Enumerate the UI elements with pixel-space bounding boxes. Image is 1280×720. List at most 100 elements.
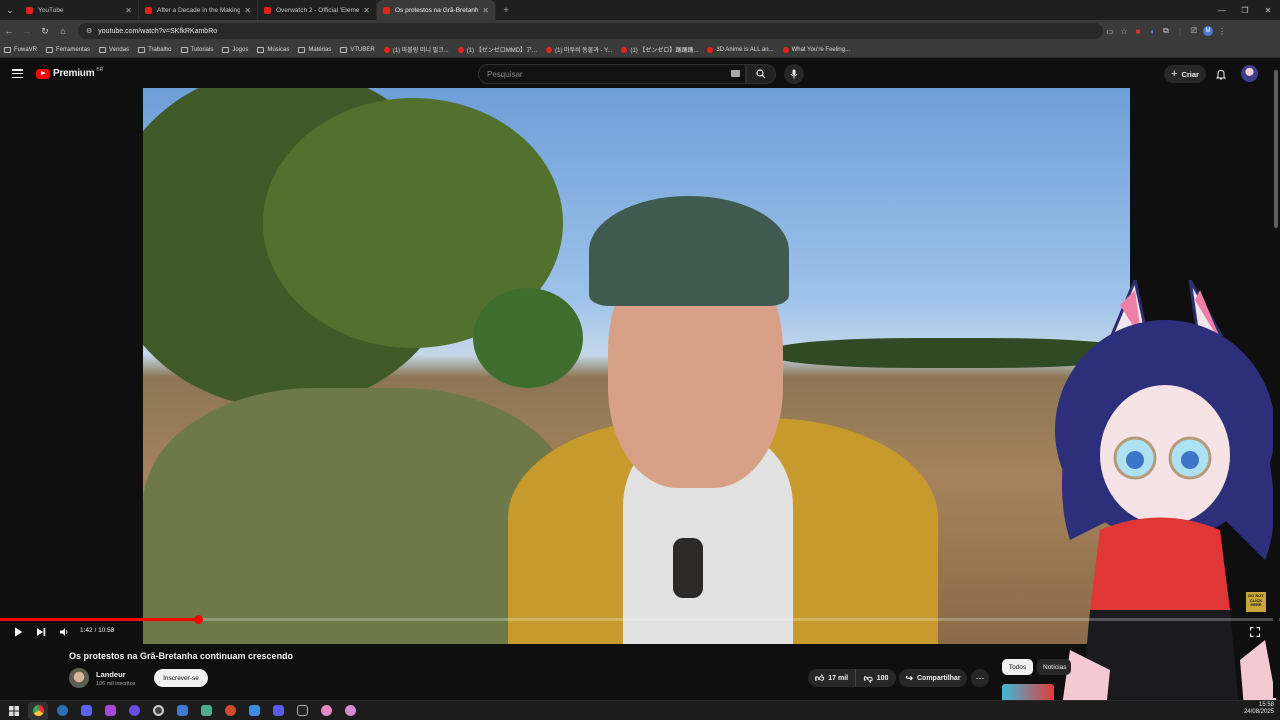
vtuber-avatar-overlay [1055,280,1280,720]
taskbar-chrome[interactable] [28,701,48,720]
taskbar-app[interactable] [196,702,216,720]
browser-tab-3[interactable]: Overwatch 2 - Official 'Element... ✕ [258,0,377,20]
notifications-button[interactable] [1214,67,1228,81]
bookmark-link[interactable]: (1) 마블링 미니 필크... [383,45,449,54]
minimize-icon[interactable]: — [1210,0,1234,20]
bookmark-folder[interactable]: Músicas [257,46,289,53]
youtube-favicon-icon [707,46,714,53]
bookmark-folder[interactable]: Matérias [298,46,331,53]
bookmark-link[interactable]: 3D Anime is ALL an... [707,46,774,53]
tab-close-icon[interactable]: ✕ [244,6,251,15]
create-label: Criar [1181,69,1199,79]
volume-button[interactable] [57,625,71,639]
chip-all[interactable]: Todos [1002,659,1033,675]
discord-icon [80,705,92,716]
taskbar-app[interactable] [268,702,288,720]
bookmark-folder[interactable]: Ferramentas [46,46,90,53]
fullscreen-button[interactable] [1248,625,1262,639]
page-scrollbar-thumb[interactable] [1274,70,1278,228]
hamburger-menu-icon[interactable] [12,69,23,78]
site-info-icon[interactable]: ⚙ [86,27,92,35]
bookmark-folder[interactable]: Trabalho [138,46,172,53]
bookmark-star-icon[interactable]: ☆ [1117,20,1131,42]
logo-wordmark: Premium [53,68,95,79]
taskbar-discord[interactable] [76,702,96,720]
browser-menu-icon[interactable]: ⋮ [1215,20,1229,42]
search-input[interactable]: Pesquisar [478,64,746,84]
youtube-favicon-icon [457,46,464,53]
bookmark-folder[interactable]: Vendas [99,46,129,53]
taskbar-obs[interactable] [148,702,168,720]
bookmark-link[interactable]: (1) 【ゼンゼロMMD】ア... [457,45,537,54]
taskbar-app[interactable] [220,702,240,720]
tab-search-icon[interactable]: ⌄ [0,0,20,20]
user-avatar[interactable] [1241,65,1258,82]
browser-tab-2[interactable]: After a Decade in the Making... ✕ [139,0,258,20]
extension-icon[interactable]: ■ [1131,20,1145,42]
chip-news[interactable]: Notícias [1037,659,1071,675]
extension-icon[interactable]: ◖ [1145,20,1159,42]
bookmark-link[interactable]: What You're Feeling... [782,46,850,53]
browser-tab-4-active[interactable]: Os protestos na Grã-Bretanha c... ✕ [377,0,496,20]
create-button[interactable]: + Criar [1164,65,1206,83]
bookmark-folder[interactable]: Tutoriais [180,46,213,53]
bookmark-folder[interactable]: VTUBER [340,46,375,53]
taskbar-clock[interactable]: 15:58 24/08/2025 [1220,702,1274,716]
taskbar-app[interactable] [100,702,120,720]
channel-name[interactable]: Landeur [96,670,126,679]
tab-close-icon[interactable]: ✕ [482,6,489,15]
extensions-puzzle-icon[interactable]: ⧉ [1159,20,1173,42]
url-text: youtube.com/watch?v=SKfkRKambRo [98,27,218,35]
video-player[interactable] [143,88,1130,644]
bookmark-link[interactable]: (1) 마투비 동물과 - Y... [546,45,612,54]
channel-avatar[interactable] [69,668,89,688]
do-not-click-badge[interactable]: DO NOT CLICK HERE [1246,592,1266,612]
share-button[interactable]: ↪ Compartilhar [899,669,967,687]
play-button[interactable] [11,625,25,639]
taskbar-app[interactable] [316,702,336,720]
install-app-icon[interactable]: ▭ [1103,20,1117,42]
cat-icon [344,705,356,716]
bookmark-folder[interactable]: Jogos [222,46,248,53]
subscriber-count: 106 mil inscritos [96,681,136,687]
new-tab-plus-icon[interactable]: + [496,0,516,20]
cast-icon[interactable]: ⎚ [1187,20,1201,42]
youtube-premium-logo[interactable]: Premium BR [36,67,103,79]
dislike-button[interactable]: 👎︎ 100 [856,669,896,687]
browser-toolbar: ← → ↻ ⌂ ⚙ youtube.com/watch?v=SKfkRKambR… [0,20,1280,42]
app-icon [272,705,284,716]
bookmark-folder[interactable]: FuwaVR [4,46,37,53]
reload-icon[interactable]: ↻ [36,20,54,42]
restore-icon[interactable]: ❐ [1233,0,1257,20]
back-arrow-icon[interactable]: ← [0,20,18,42]
like-button[interactable]: 👍︎ 17 mil [808,669,856,687]
subscribe-button[interactable]: Inscrever-se [154,669,208,687]
taskbar-steam[interactable] [52,702,72,720]
search-button[interactable] [746,64,776,84]
window-close-icon[interactable]: ✕ [1256,0,1280,20]
obs-icon [152,705,164,716]
like-count: 17 mil [828,674,849,682]
taskbar-app[interactable] [340,702,360,720]
start-button[interactable] [4,702,24,720]
address-bar[interactable]: ⚙ youtube.com/watch?v=SKfkRKambRo [78,23,1103,39]
bookmark-link[interactable]: (1) 【ゼンゼロ】踊踊踊... [621,45,698,54]
next-video-button[interactable] [34,625,48,639]
browser-tab-1[interactable]: YouTube ✕ [20,0,139,20]
youtube-favicon-icon [546,46,553,53]
video-frame-cap [589,196,789,306]
tab-close-icon[interactable]: ✕ [363,6,370,15]
thumbs-down-icon: 👎︎ [863,672,873,683]
profile-icon[interactable]: M [1201,20,1215,42]
home-icon[interactable]: ⌂ [54,20,72,42]
more-actions-button[interactable]: ⋯ [971,669,989,687]
forward-arrow-icon[interactable]: → [18,20,36,42]
taskbar-app[interactable] [172,702,192,720]
taskbar-app[interactable] [124,702,144,720]
taskbar-app[interactable] [292,702,312,720]
taskbar-app[interactable] [244,702,264,720]
tab-close-icon[interactable]: ✕ [125,6,132,15]
keyboard-icon[interactable] [731,70,740,77]
voice-search-button[interactable] [784,64,804,84]
chrome-icon [32,705,44,716]
